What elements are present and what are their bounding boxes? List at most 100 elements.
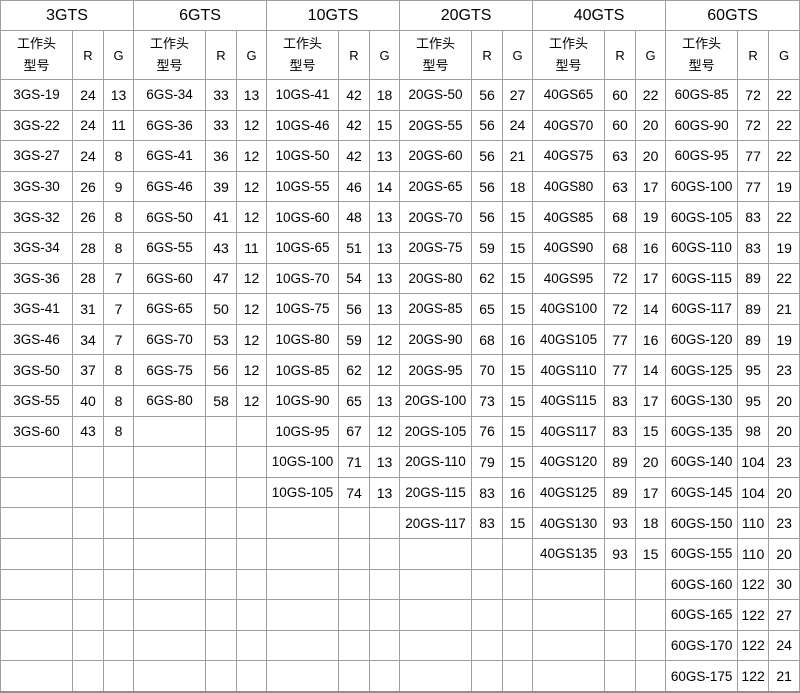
r-cell: 77 (738, 141, 769, 172)
g-cell (503, 600, 533, 631)
table-row: 60GS-17512221 (1, 661, 800, 692)
r-cell: 60 (605, 80, 636, 111)
r-cell: 36 (206, 141, 237, 172)
model-cell: 60GS-170 (666, 630, 738, 661)
r-cell (73, 600, 104, 631)
r-cell: 98 (738, 416, 769, 447)
r-cell: 54 (339, 263, 370, 294)
model-cell: 60GS-90 (666, 110, 738, 141)
model-cell: 10GS-100 (267, 447, 339, 478)
model-cell: 60GS-117 (666, 294, 738, 325)
model-cell: 6GS-70 (134, 324, 206, 355)
g-cell: 18 (503, 171, 533, 202)
g-cell: 19 (769, 232, 800, 263)
r-cell: 33 (206, 110, 237, 141)
g-cell: 20 (636, 110, 666, 141)
model-cell: 40GS65 (533, 80, 605, 111)
model-cell: 60GS-145 (666, 477, 738, 508)
g-cell (104, 538, 134, 569)
table-row: 3GS-463476GS-70531210GS-80591220GS-90681… (1, 324, 800, 355)
col-header-r: R (73, 31, 104, 80)
r-cell (206, 630, 237, 661)
model-cell (533, 600, 605, 631)
r-cell (206, 447, 237, 478)
g-cell: 17 (636, 171, 666, 202)
model-cell (400, 538, 472, 569)
g-cell: 7 (104, 294, 134, 325)
r-cell: 72 (738, 80, 769, 111)
r-cell: 56 (339, 294, 370, 325)
g-cell: 20 (636, 447, 666, 478)
g-cell (370, 508, 400, 539)
g-cell: 13 (370, 232, 400, 263)
table-row: 10GS-105741320GS-115831640GS125891760GS-… (1, 477, 800, 508)
g-cell: 20 (769, 385, 800, 416)
r-cell: 24 (73, 80, 104, 111)
g-cell (503, 538, 533, 569)
model-cell (1, 477, 73, 508)
table-row: 3GS-6043810GS-95671220GS-105761540GS1178… (1, 416, 800, 447)
g-cell (104, 661, 134, 692)
col-header-g: G (503, 31, 533, 80)
model-cell: 20GS-90 (400, 324, 472, 355)
g-cell: 8 (104, 385, 134, 416)
g-cell (237, 477, 267, 508)
r-cell: 93 (605, 508, 636, 539)
g-cell: 12 (370, 416, 400, 447)
model-cell: 10GS-95 (267, 416, 339, 447)
g-cell: 12 (237, 110, 267, 141)
r-cell (73, 538, 104, 569)
model-cell: 60GS-140 (666, 447, 738, 478)
model-cell (267, 508, 339, 539)
model-cell: 6GS-50 (134, 202, 206, 233)
model-cell: 6GS-55 (134, 232, 206, 263)
g-cell: 18 (636, 508, 666, 539)
model-cell (533, 630, 605, 661)
model-cell: 20GS-115 (400, 477, 472, 508)
model-cell: 20GS-70 (400, 202, 472, 233)
r-cell (206, 477, 237, 508)
g-cell: 8 (104, 355, 134, 386)
model-cell (134, 447, 206, 478)
r-cell: 77 (605, 324, 636, 355)
model-cell: 10GS-55 (267, 171, 339, 202)
g-cell: 12 (370, 355, 400, 386)
g-cell: 13 (370, 294, 400, 325)
model-cell (400, 600, 472, 631)
g-cell: 12 (237, 202, 267, 233)
model-cell: 60GS-110 (666, 232, 738, 263)
r-cell: 56 (206, 355, 237, 386)
col-header-g: G (104, 31, 134, 80)
table-row: 3GS-362876GS-60471210GS-70541320GS-80621… (1, 263, 800, 294)
model-cell: 10GS-50 (267, 141, 339, 172)
model-cell: 20GS-60 (400, 141, 472, 172)
g-cell (237, 600, 267, 631)
model-cell: 10GS-75 (267, 294, 339, 325)
model-cell: 20GS-75 (400, 232, 472, 263)
g-cell: 24 (503, 110, 533, 141)
g-cell (636, 600, 666, 631)
model-cell (1, 508, 73, 539)
g-cell: 8 (104, 232, 134, 263)
g-cell (104, 630, 134, 661)
r-cell: 42 (339, 110, 370, 141)
group-header-20gts: 20GTS (400, 1, 533, 31)
model-cell: 3GS-34 (1, 232, 73, 263)
g-cell: 22 (769, 141, 800, 172)
g-cell: 14 (636, 294, 666, 325)
col-header-g: G (370, 31, 400, 80)
r-cell: 48 (339, 202, 370, 233)
model-cell (134, 600, 206, 631)
g-cell: 27 (769, 600, 800, 631)
g-cell (104, 508, 134, 539)
g-cell: 15 (503, 447, 533, 478)
g-cell: 23 (769, 355, 800, 386)
model-cell (267, 661, 339, 692)
model-cell: 6GS-34 (134, 80, 206, 111)
model-cell: 10GS-65 (267, 232, 339, 263)
r-cell: 28 (73, 232, 104, 263)
group-header-40gts: 40GTS (533, 1, 666, 31)
r-cell: 73 (472, 385, 503, 416)
model-cell: 6GS-75 (134, 355, 206, 386)
model-cell (267, 538, 339, 569)
